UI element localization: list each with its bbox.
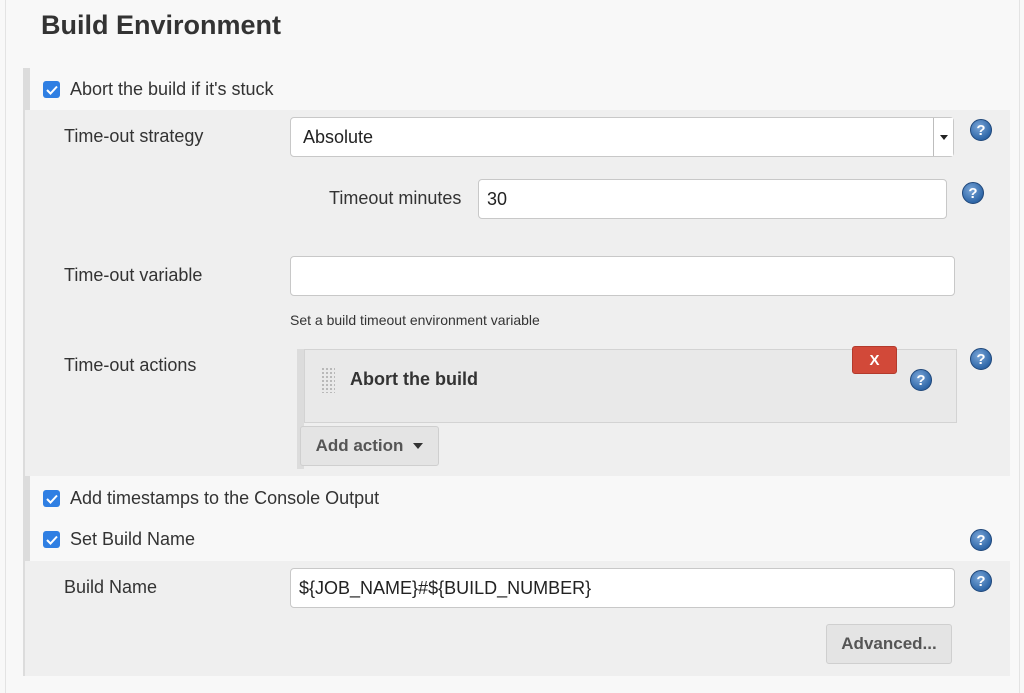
set-build-name-label: Set Build Name <box>70 529 195 550</box>
help-icon[interactable]: ? <box>962 182 984 204</box>
chevron-down-icon <box>413 443 423 449</box>
abort-stuck-checkbox[interactable] <box>43 81 60 98</box>
timeout-minutes-input[interactable]: 30 <box>478 179 947 219</box>
timeout-strategy-value: Absolute <box>303 127 373 148</box>
build-environment-panel: Build Environment Abort the build if it'… <box>5 0 1020 693</box>
build-name-value: ${JOB_NAME}#${BUILD_NUMBER} <box>299 578 591 599</box>
timeout-actions-label: Time-out actions <box>64 355 196 376</box>
set-build-name-checkbox[interactable] <box>43 531 60 548</box>
timeout-minutes-label: Timeout minutes <box>329 188 461 209</box>
timeout-minutes-value: 30 <box>487 189 507 210</box>
drag-handle-icon[interactable] <box>321 367 335 393</box>
action-title: Abort the build <box>350 369 478 390</box>
set-build-name-row: Set Build Name <box>43 529 195 550</box>
help-icon[interactable]: ? <box>970 529 992 551</box>
help-icon[interactable]: ? <box>970 119 992 141</box>
timeout-action-item: Abort the build X ? <box>304 349 957 423</box>
timeout-variable-label: Time-out variable <box>64 265 202 286</box>
dropdown-arrow-icon[interactable] <box>933 118 953 156</box>
checkmark-icon <box>46 494 58 504</box>
abort-stuck-label: Abort the build if it's stuck <box>70 79 274 100</box>
build-name-input[interactable]: ${JOB_NAME}#${BUILD_NUMBER} <box>290 568 955 608</box>
timeout-variable-input[interactable] <box>290 256 955 296</box>
help-icon[interactable]: ? <box>970 348 992 370</box>
timestamps-label: Add timestamps to the Console Output <box>70 488 379 509</box>
timeout-variable-hint: Set a build timeout environment variable <box>290 312 540 328</box>
add-action-label: Add action <box>316 436 404 456</box>
section-title: Build Environment <box>41 10 281 41</box>
help-icon[interactable]: ? <box>970 570 992 592</box>
timeout-strategy-select[interactable]: Absolute <box>290 117 954 157</box>
timestamps-row: Add timestamps to the Console Output <box>43 488 379 509</box>
advanced-button[interactable]: Advanced... <box>826 624 952 664</box>
checkmark-icon <box>46 535 58 545</box>
timeout-strategy-label: Time-out strategy <box>64 126 203 147</box>
help-icon[interactable]: ? <box>910 369 932 391</box>
add-action-button[interactable]: Add action <box>300 426 439 466</box>
build-name-label: Build Name <box>64 577 157 598</box>
timestamps-checkbox[interactable] <box>43 490 60 507</box>
abort-stuck-row: Abort the build if it's stuck <box>43 79 274 100</box>
checkmark-icon <box>46 85 58 95</box>
delete-action-button[interactable]: X <box>852 346 897 374</box>
